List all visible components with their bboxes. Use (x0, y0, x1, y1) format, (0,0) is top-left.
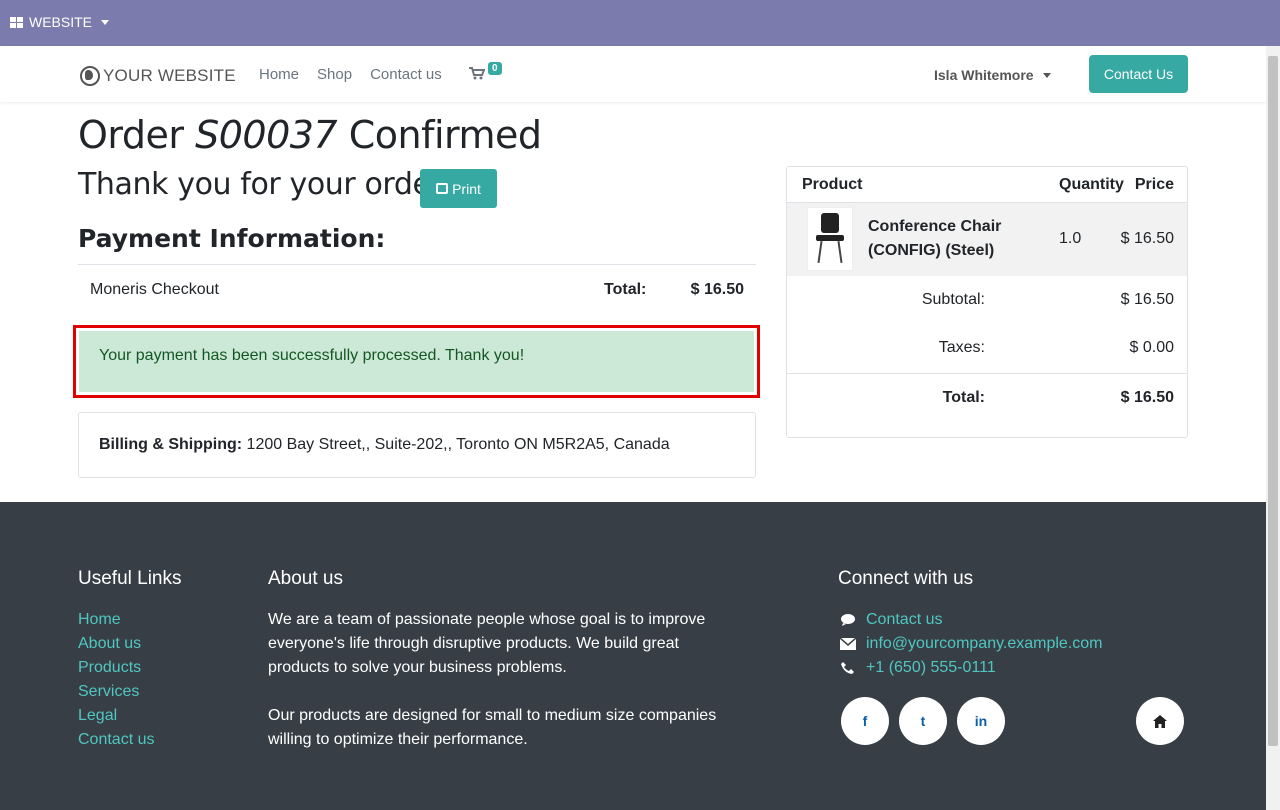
payment-info-heading: Payment Information: (78, 224, 386, 253)
connect-contact[interactable]: Contact us (840, 608, 1103, 632)
taxes-label: Taxes: (938, 339, 985, 356)
chat-bubble-icon (841, 614, 855, 626)
useful-links-list: Home About us Products Services Legal Co… (78, 608, 154, 752)
subtotal-value: $ 16.50 (1120, 291, 1174, 308)
connect-heading: Connect with us (838, 568, 974, 589)
payment-total-amount: $ 16.50 (690, 281, 744, 298)
apps-grid-icon (10, 16, 23, 28)
title-suffix: Confirmed (348, 113, 542, 157)
phone-icon (841, 662, 854, 674)
home-icon[interactable] (1136, 697, 1184, 745)
product-thumbnail[interactable] (807, 207, 853, 271)
connect-contact-label: Contact us (866, 611, 943, 628)
connect-phone-label: +1 (650) 555-0111 (866, 659, 996, 676)
product-name[interactable]: Conference Chair (CONFIG) (Steel) (868, 215, 1028, 263)
product-row: Conference Chair (CONFIG) (Steel) 1.0 $ … (787, 202, 1187, 276)
site-logo[interactable]: YOUR WEBSITE (80, 61, 236, 91)
page-title: Order S00037 Confirmed (78, 113, 542, 157)
printer-icon (436, 183, 449, 194)
subtotal-label: Subtotal: (921, 291, 985, 308)
subtotal-row: Subtotal: $ 16.50 (787, 291, 1187, 315)
useful-links-heading: Useful Links (78, 568, 182, 589)
summary-header: Product Quantity Price (787, 167, 1187, 202)
footer: Useful Links Home About us Products Serv… (0, 502, 1266, 810)
footer-link-contact[interactable]: Contact us (78, 728, 154, 752)
footer-link-legal[interactable]: Legal (78, 704, 154, 728)
payment-row: Moneris Checkout Total: $ 16.50 (78, 264, 756, 312)
contact-us-button[interactable]: Contact Us (1089, 55, 1188, 93)
product-price: $ 16.50 (1120, 230, 1174, 247)
globe-icon (80, 66, 100, 86)
nav-home[interactable]: Home (259, 66, 299, 83)
success-message: Your payment has been successfully proce… (79, 331, 754, 392)
taxes-value: $ 0.00 (1129, 339, 1174, 356)
nav-contact-us[interactable]: Contact us (370, 66, 442, 83)
title-prefix: Order (78, 113, 184, 157)
thank-you-heading: Thank you for your order. (78, 167, 449, 202)
billing-label: Billing & Shipping: (99, 436, 243, 453)
total-row: Total: $ 16.50 (787, 373, 1187, 437)
envelope-icon (840, 638, 856, 650)
cart-icon (469, 67, 485, 80)
twitter-icon[interactable]: t (899, 697, 947, 745)
taxes-row: Taxes: $ 0.00 (787, 339, 1187, 363)
site-logo-text: YOUR WEBSITE (103, 66, 236, 85)
order-summary-card: Product Quantity Price Conference Chair … (786, 166, 1188, 438)
caret-down-icon (101, 19, 110, 25)
about-heading: About us (268, 568, 343, 589)
about-paragraph-1: We are a team of passionate people whose… (268, 611, 706, 676)
caret-down-icon (1042, 72, 1051, 78)
website-menu[interactable]: WEBSITE (10, 14, 110, 30)
col-price: Price (1134, 176, 1174, 193)
user-menu[interactable]: Isla Whitemore (934, 67, 1051, 83)
total-value: $ 16.50 (1120, 389, 1174, 406)
product-quantity: 1.0 (1059, 230, 1082, 247)
connect-email-label: info@yourcompany.example.com (866, 635, 1103, 652)
about-text: We are a team of passionate people whose… (268, 608, 718, 776)
payment-total-label: Total: (604, 281, 647, 298)
col-product: Product (802, 176, 863, 193)
total-label: Total: (942, 389, 985, 406)
billing-address: 1200 Bay Street,, Suite-202,, Toronto ON… (246, 436, 670, 453)
connect-phone[interactable]: +1 (650) 555-0111 (840, 656, 1103, 680)
main-nav: Home Shop Contact us (259, 66, 460, 83)
payment-method: Moneris Checkout (90, 281, 219, 298)
footer-link-home[interactable]: Home (78, 608, 154, 632)
connect-email[interactable]: info@yourcompany.example.com (840, 632, 1103, 656)
about-paragraph-2: Our products are designed for small to m… (268, 707, 717, 748)
col-quantity: Quantity (1059, 176, 1124, 193)
print-button[interactable]: Print (420, 169, 497, 208)
footer-link-about[interactable]: About us (78, 632, 154, 656)
user-name: Isla Whitemore (934, 67, 1034, 83)
admin-bar: WEBSITE (0, 0, 1280, 46)
billing-shipping-box: Billing & Shipping: 1200 Bay Street,, Su… (78, 412, 756, 478)
website-menu-label: WEBSITE (29, 14, 93, 30)
print-label: Print (452, 180, 481, 197)
footer-link-products[interactable]: Products (78, 656, 154, 680)
footer-link-services[interactable]: Services (78, 680, 154, 704)
nav-shop[interactable]: Shop (317, 66, 352, 83)
facebook-icon[interactable]: f (841, 697, 889, 745)
payment-success-alert: Your payment has been successfully proce… (73, 325, 760, 398)
navbar: YOUR WEBSITE Home Shop Contact us (0, 46, 1266, 102)
linkedin-icon[interactable]: in (957, 697, 1005, 745)
cart-count-badge: 0 (488, 62, 502, 75)
connect-list: Contact us info@yourcompany.example.com … (840, 608, 1103, 680)
order-id: S00037 (195, 113, 338, 157)
scrollbar-thumb[interactable] (1268, 56, 1278, 746)
